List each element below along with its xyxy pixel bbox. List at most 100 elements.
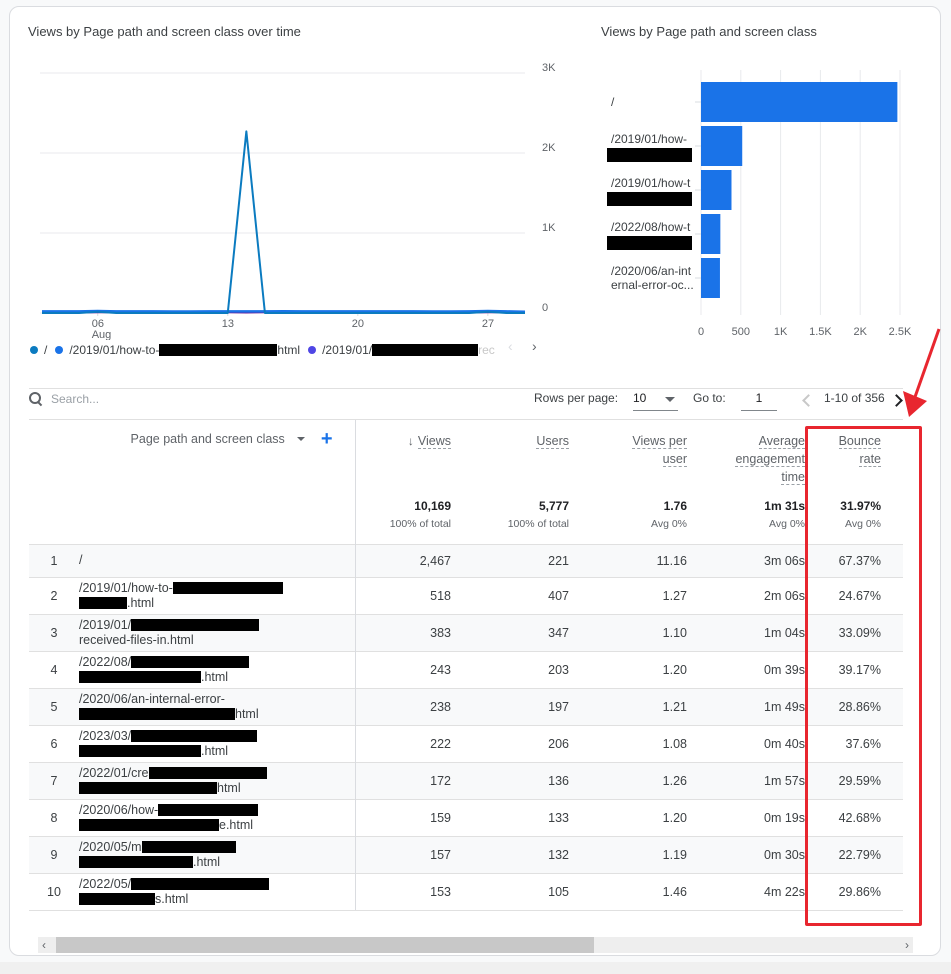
- page-path-cell[interactable]: /2020/06/an-internal-error-html: [79, 687, 356, 725]
- redaction-bar: [79, 856, 193, 869]
- cell-bounce: 29.59%: [827, 761, 903, 799]
- column-header-views[interactable]: ↓ Views: [355, 420, 473, 499]
- scroll-right-icon[interactable]: ›: [905, 938, 909, 952]
- redaction-bar: [148, 767, 267, 780]
- legend-prev-icon[interactable]: ‹: [508, 338, 513, 354]
- redaction-bar: [79, 671, 201, 684]
- add-dimension-icon[interactable]: +: [321, 429, 333, 449]
- total-value: 10,169: [414, 499, 451, 513]
- table-header-row: Page path and screen class + ↓ Views User…: [29, 420, 903, 499]
- legend-dot-icon: [308, 346, 317, 354]
- column-header-label: Users: [536, 434, 569, 449]
- legend-item-root[interactable]: /: [30, 343, 47, 357]
- page-path-line1: /2020/06/how-: [79, 802, 159, 817]
- redaction-bar: [131, 730, 258, 743]
- table-row[interactable]: 8/2020/06/how-e.html 159 133 1.20 0m 19s 42.6…: [29, 798, 903, 836]
- x-tick-label: 2K: [853, 326, 867, 338]
- table-row[interactable]: 4/2022/08/ .html 243 203 1.20 0m 39s 39.17%: [29, 650, 903, 688]
- x-tick-label: 27: [482, 318, 494, 330]
- legend-label: /: [44, 343, 48, 357]
- cell-bounce: 29.86%: [827, 872, 903, 911]
- table-row[interactable]: 9/2020/05/m .html 157 132 1.19 0m 30s 22.79%: [29, 835, 903, 873]
- table-row[interactable]: 2/2019/01/how-to- .html 518 407 1.27 2m 06s 24…: [29, 576, 903, 614]
- search-box[interactable]: [29, 392, 251, 406]
- scrollbar-thumb[interactable]: [56, 937, 594, 953]
- page-path-cell[interactable]: /2019/01/how-to- .html: [79, 576, 356, 614]
- horizontal-scrollbar[interactable]: ‹ ›: [38, 937, 913, 953]
- column-header-label: Bounce rate: [838, 434, 881, 467]
- row-index: 6: [29, 724, 79, 762]
- search-icon: [29, 392, 43, 406]
- totals-row: 10,169 100% of total 5,777 100% of total 1…: [29, 499, 903, 544]
- redaction-bar: [79, 782, 217, 795]
- row-index: 4: [29, 650, 79, 688]
- cell-bounce: 42.68%: [827, 798, 903, 836]
- line-chart-legend: / /2019/01/how-to- html /2019/01/ rec: [30, 341, 503, 359]
- cell-users: 105: [473, 872, 591, 911]
- redaction-bar: [607, 192, 692, 206]
- column-header-label: time: [781, 470, 805, 485]
- page-path-line2: html: [217, 780, 241, 795]
- page-path-line1: /2019/01/how-to-: [79, 580, 173, 595]
- page-path-cell[interactable]: /2022/05/s.html: [79, 872, 356, 911]
- column-header-views-per-user[interactable]: Views per user: [591, 420, 709, 499]
- series-line: [42, 309, 526, 314]
- page-path-line1: /2022/01/cre: [79, 765, 149, 780]
- redaction-bar: [79, 819, 219, 832]
- bar-chart-title: Views by Page path and screen class: [601, 24, 817, 39]
- rows-per-page-select[interactable]: 10: [633, 389, 678, 411]
- x-tick-sublabel: Aug: [92, 329, 112, 340]
- goto-page-input[interactable]: 1: [741, 389, 777, 411]
- table-row[interactable]: 1/ 2,467 221 11.16 3m 06s 67.37%: [29, 543, 903, 577]
- page-path-line1: /2020/05/m: [79, 839, 142, 854]
- dimension-header-cell: Page path and screen class +: [29, 420, 356, 499]
- page-path-cell[interactable]: /2023/03/ .html: [79, 724, 356, 762]
- dimension-dropdown-icon[interactable]: [296, 437, 305, 441]
- cell-users: 407: [473, 576, 591, 614]
- page-path-line1: /: [79, 553, 83, 567]
- page-path-cell[interactable]: /2022/08/ .html: [79, 650, 356, 688]
- page-path-line1: /2022/05/: [79, 876, 132, 891]
- total-value: 1.76: [663, 499, 687, 513]
- row-index: 1: [29, 543, 79, 577]
- y-tick-label: 1K: [542, 222, 556, 234]
- table-body: 1/ 2,467 221 11.16 3m 06s 67.37% 2/2019/01/how…: [29, 543, 903, 911]
- row-index: 2: [29, 576, 79, 614]
- category-label: /2019/01/how-: [611, 132, 687, 146]
- page-path-cell[interactable]: /: [79, 543, 356, 577]
- cell-bounce: 24.67%: [827, 576, 903, 614]
- table-row[interactable]: 6/2023/03/ .html 222 206 1.08 0m 40s 37.6%: [29, 724, 903, 762]
- page-path-cell[interactable]: /2019/01/received-files-in.html: [79, 613, 356, 651]
- dimension-header-label[interactable]: Page path and screen class: [131, 432, 285, 446]
- table-row[interactable]: 7/2022/01/cre html 172 136 1.26 1m 57s 29.59%: [29, 761, 903, 799]
- table-row[interactable]: 3/2019/01/received-files-in.html 383 347 1.…: [29, 613, 903, 651]
- page-path-line1: /2023/03/: [79, 728, 132, 743]
- category-label: /2020/06/an-int: [611, 264, 692, 278]
- search-input[interactable]: [51, 392, 251, 406]
- column-header-users[interactable]: Users: [473, 420, 591, 499]
- cell-aet: 0m 40s: [709, 724, 827, 762]
- cell-aet: 0m 39s: [709, 650, 827, 688]
- cell-views: 518: [355, 576, 473, 614]
- bar: [701, 82, 898, 122]
- page-path-line2: .html: [201, 743, 229, 758]
- page-path-cell[interactable]: /2020/05/m .html: [79, 835, 356, 873]
- table-row[interactable]: 10/2022/05/s.html 153 105 1.46 4m 22s 29.86%: [29, 872, 903, 911]
- scroll-left-icon[interactable]: ‹: [42, 938, 46, 952]
- legend-next-icon[interactable]: ›: [532, 338, 537, 354]
- legend-item-2019-01[interactable]: /2019/01/ rec: [308, 343, 495, 357]
- column-header-label: user: [662, 452, 687, 467]
- table-row[interactable]: 5/2020/06/an-internal-error-html 238 197 1.…: [29, 687, 903, 725]
- cell-users: 197: [473, 687, 591, 725]
- page-path-cell[interactable]: /2020/06/how-e.html: [79, 798, 356, 836]
- cell-aet: 1m 04s: [709, 613, 827, 651]
- legend-item-how-to[interactable]: /2019/01/how-to- html: [55, 343, 300, 357]
- cell-users: 133: [473, 798, 591, 836]
- row-index: 5: [29, 687, 79, 725]
- column-header-avg-engagement-time[interactable]: Average engagement time: [709, 420, 827, 499]
- page-path-cell[interactable]: /2022/01/cre html: [79, 761, 356, 799]
- column-header-bounce-rate[interactable]: Bounce rate: [827, 420, 903, 499]
- cell-aet: 0m 19s: [709, 798, 827, 836]
- x-tick-label: 500: [732, 326, 750, 338]
- cell-users: 206: [473, 724, 591, 762]
